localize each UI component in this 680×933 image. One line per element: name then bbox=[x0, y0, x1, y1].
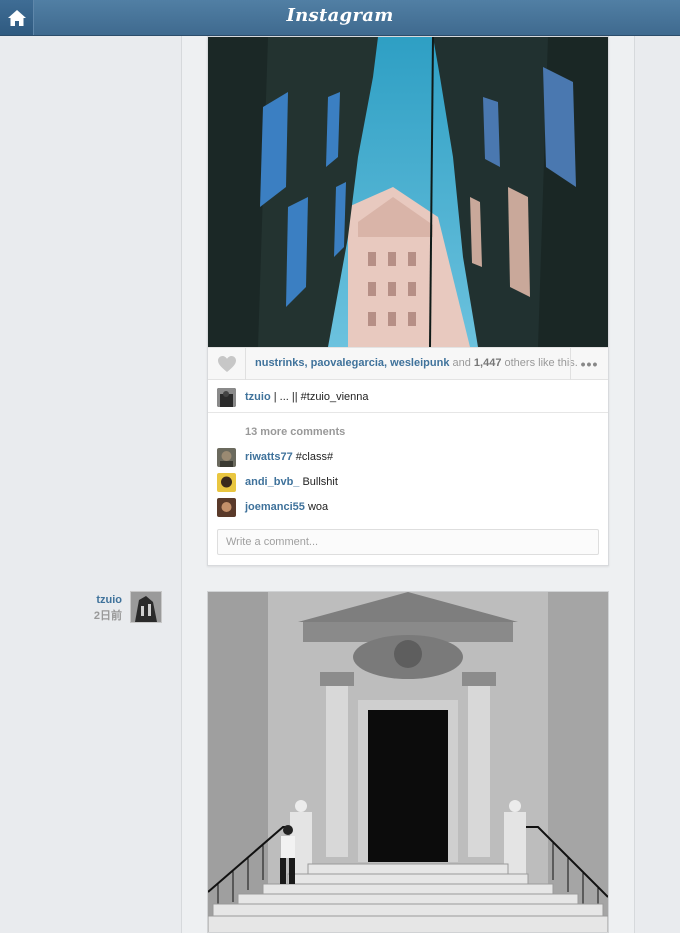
post-card: nustrinks, paovalegarcia, wesleipunk and… bbox=[207, 36, 609, 566]
comment-text: Bullshit bbox=[302, 476, 338, 488]
likes-summary: nustrinks, paovalegarcia, wesleipunk and… bbox=[255, 357, 578, 369]
liker-link[interactable]: nustrinks bbox=[255, 357, 305, 369]
post-photo[interactable] bbox=[208, 37, 608, 347]
post-caption: tzuio | ... || #tzuio_vienna bbox=[208, 380, 608, 413]
caption-text: | ... || #tzuio_vienna bbox=[273, 391, 369, 403]
comment-username[interactable]: joemanci55 bbox=[245, 501, 305, 513]
liker-link[interactable]: wesleipunk bbox=[390, 357, 449, 369]
post-timestamp[interactable]: 2日前 bbox=[60, 607, 122, 623]
post-author: tzuio 2日前 bbox=[60, 594, 122, 623]
avatar[interactable] bbox=[217, 473, 236, 492]
author-username[interactable]: tzuio bbox=[60, 594, 122, 606]
comment-username[interactable]: riwatts77 bbox=[245, 451, 293, 463]
post-card bbox=[207, 591, 609, 933]
list-item: andi_bvb_ Bullshit bbox=[245, 476, 338, 488]
caption-username[interactable]: tzuio bbox=[245, 391, 271, 403]
avatar[interactable] bbox=[130, 591, 162, 623]
avatar[interactable] bbox=[217, 388, 236, 407]
instagram-logo[interactable]: Instagram bbox=[0, 5, 680, 26]
right-gutter bbox=[635, 36, 680, 933]
likes-count[interactable]: 1,447 bbox=[474, 357, 502, 369]
more-comments-link[interactable]: 13 more comments bbox=[245, 426, 345, 438]
comment-username[interactable]: andi_bvb_ bbox=[245, 476, 299, 488]
list-item: joemanci55 woa bbox=[245, 501, 328, 513]
post-photo[interactable] bbox=[208, 592, 608, 932]
comment-text: #class# bbox=[295, 451, 334, 463]
avatar[interactable] bbox=[217, 498, 236, 517]
top-bar: Instagram bbox=[0, 0, 680, 36]
likes-bar: nustrinks, paovalegarcia, wesleipunk and… bbox=[208, 347, 608, 380]
comment-text: woa bbox=[307, 501, 329, 513]
more-options-button[interactable]: ••• bbox=[570, 348, 608, 380]
comment-input[interactable] bbox=[217, 529, 599, 555]
avatar[interactable] bbox=[217, 448, 236, 467]
liker-link[interactable]: paovalegarcia bbox=[311, 357, 384, 369]
left-gutter bbox=[0, 36, 181, 933]
list-item: riwatts77 #class# bbox=[245, 451, 333, 463]
heart-icon bbox=[217, 356, 236, 372]
like-button[interactable] bbox=[208, 348, 246, 380]
